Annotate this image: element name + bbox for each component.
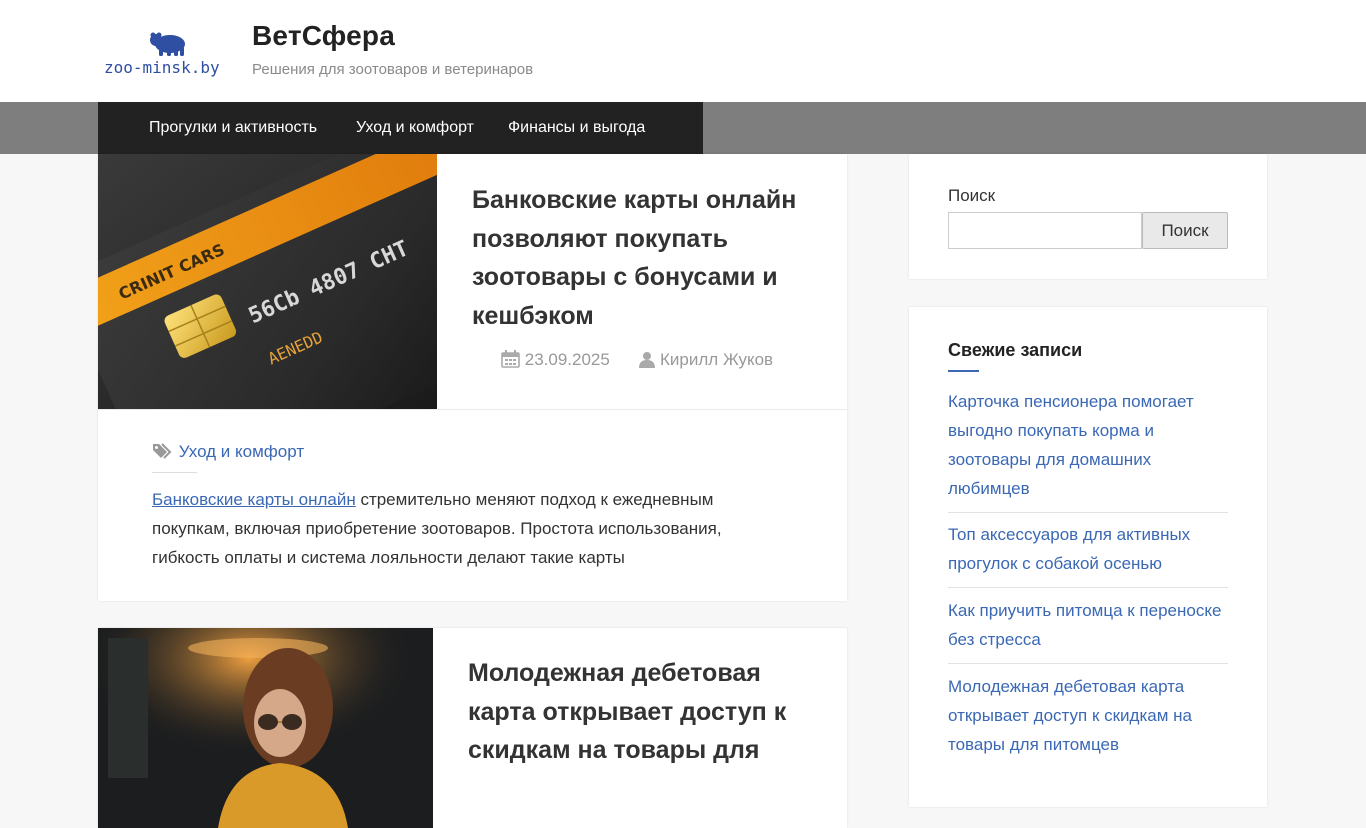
search-widget: Поиск Поиск (909, 154, 1267, 279)
main-menu: Прогулки и активность Уход и комфорт Фин… (98, 102, 703, 154)
nav-item-care[interactable]: Уход и комфорт (356, 119, 474, 137)
site-logo[interactable]: zoo-minsk.by (98, 17, 238, 83)
nav-item-finance[interactable]: Финансы и выгода (508, 119, 645, 137)
post-excerpt: Банковские карты онлайн стремительно мен… (152, 485, 792, 572)
post-category: Уход и комфорт (152, 442, 304, 465)
recent-post-link[interactable]: Карточка пенсионера помогает выгодно пок… (948, 387, 1228, 503)
post-thumbnail[interactable]: CRINIT CARS 56Cb 4807 CHT AENEDD (98, 154, 437, 409)
widget-title-underline (948, 370, 979, 372)
search-button[interactable]: Поиск (1142, 212, 1228, 249)
site-title[interactable]: ВетСфера (252, 20, 395, 52)
site-description: Решения для зоотоваров и ветеринаров (252, 61, 534, 78)
search-label: Поиск (948, 186, 996, 205)
recent-divider (948, 587, 1228, 588)
main-navigation-bar: Прогулки и активность Уход и комфорт Фин… (0, 102, 1366, 154)
recent-divider (948, 663, 1228, 664)
post-author[interactable]: Кирилл Жуков (660, 350, 773, 369)
tags-icon (152, 442, 174, 465)
post-title[interactable]: Молодежная дебетовая карта открывает дос… (468, 654, 798, 770)
category-underline (152, 472, 197, 473)
recent-post-link[interactable]: Как приучить питомца к переноске без стр… (948, 596, 1228, 654)
post-card: CRINIT CARS 56Cb 4807 CHT AENEDD Банковс… (98, 154, 847, 601)
post-meta: 23.09.2025 Кирилл Жуков (501, 350, 773, 373)
recent-divider (948, 512, 1228, 513)
category-link[interactable]: Уход и комфорт (179, 442, 304, 461)
user-icon (639, 351, 656, 373)
post-title[interactable]: Банковские карты онлайн позволяют покупа… (472, 181, 802, 335)
post-thumbnail[interactable] (98, 628, 433, 828)
recent-post-link[interactable]: Молодежная дебетовая карта открывает дос… (948, 672, 1228, 759)
post-date[interactable]: 23.09.2025 (525, 350, 610, 369)
nav-item-walks[interactable]: Прогулки и активность (149, 119, 317, 137)
recent-posts-widget: Свежие записи Карточка пенсионера помога… (909, 307, 1267, 807)
excerpt-link[interactable]: Банковские карты онлайн (152, 490, 356, 509)
woman-photo-image (98, 628, 433, 828)
site-header: zoo-minsk.by ВетСфера Решения для зоотов… (0, 0, 1366, 102)
calendar-icon (501, 350, 520, 373)
post-body: Уход и комфорт Банковские карты онлайн с… (98, 409, 847, 601)
widget-title: Свежие записи (948, 340, 1083, 360)
post-card: Молодежная дебетовая карта открывает дос… (98, 628, 847, 828)
svg-text:zoo-minsk.by: zoo-minsk.by (104, 58, 220, 77)
bear-logo-icon: zoo-minsk.by (104, 32, 220, 77)
credit-card-image: CRINIT CARS 56Cb 4807 CHT AENEDD (98, 154, 437, 409)
recent-post-link[interactable]: Топ аксессуаров для активных прогулок с … (948, 520, 1228, 578)
search-input[interactable] (948, 212, 1142, 249)
